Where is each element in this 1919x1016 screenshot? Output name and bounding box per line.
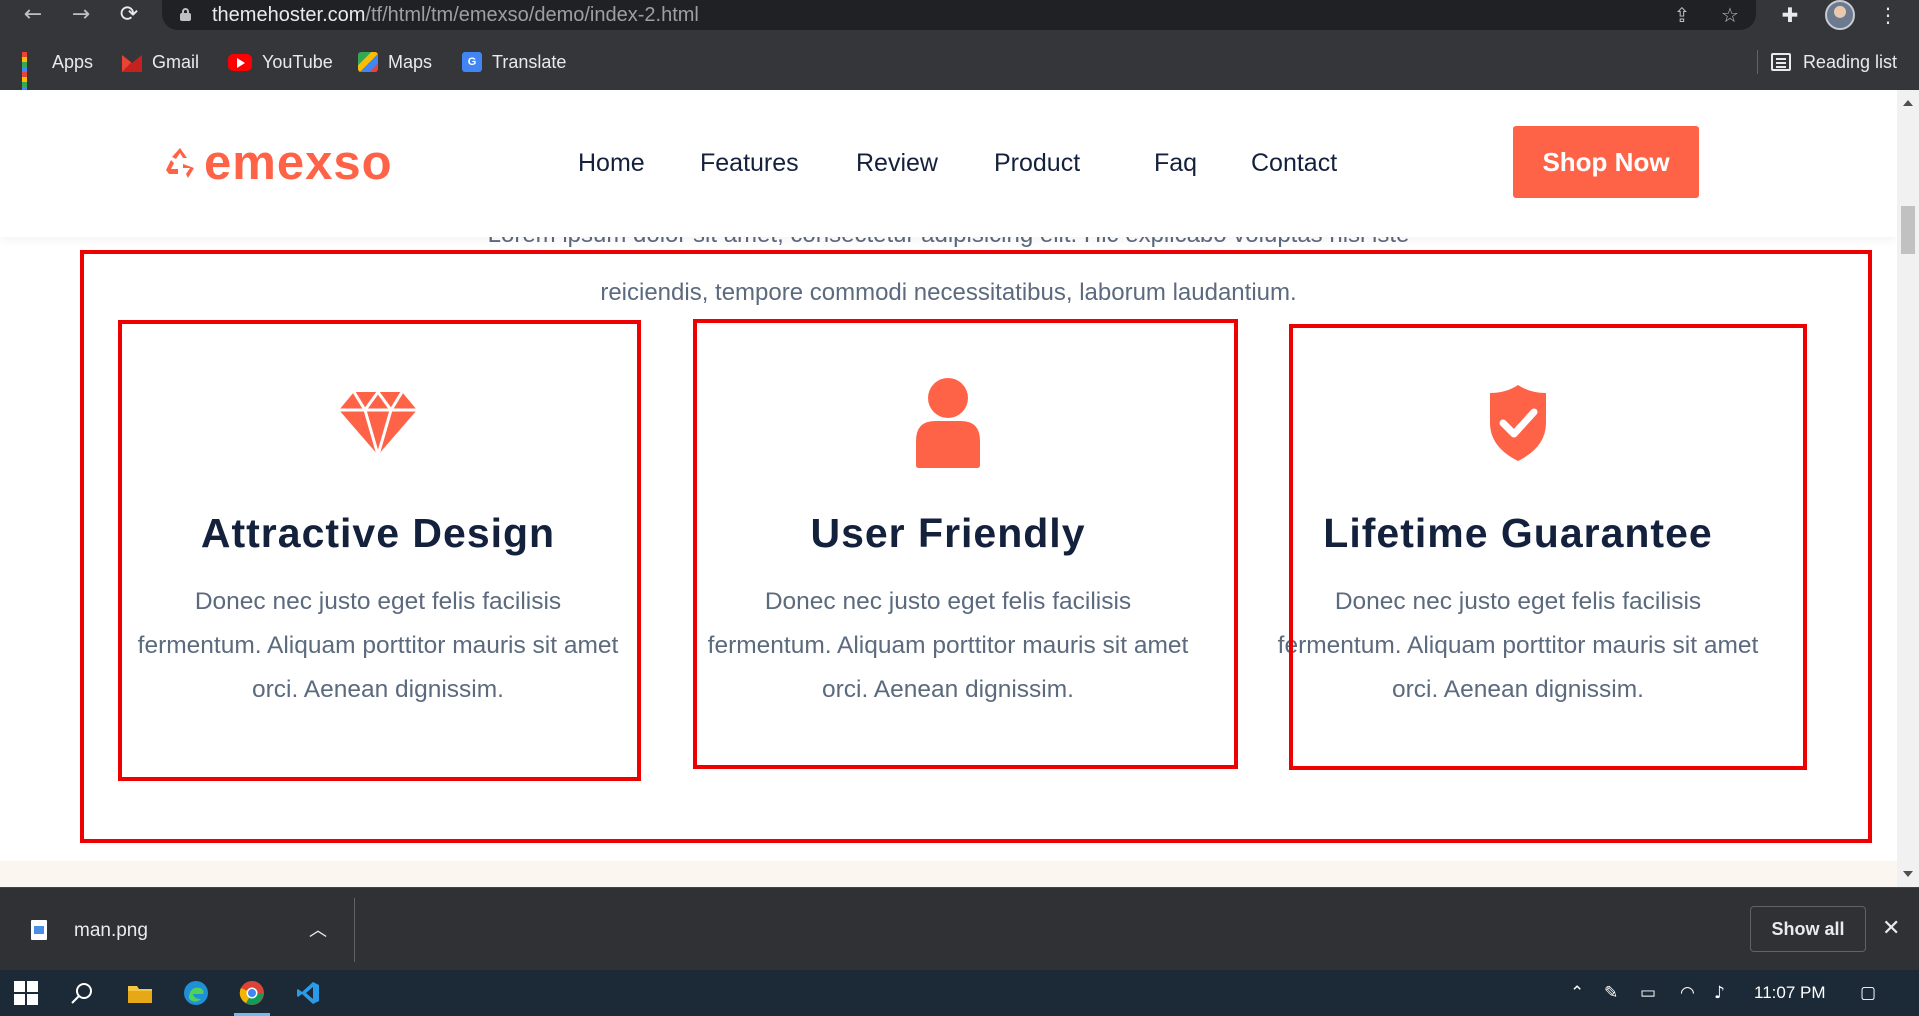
profile-avatar[interactable] — [1825, 0, 1855, 30]
bookmark-label: Gmail — [152, 51, 200, 72]
nav-review[interactable]: Review — [856, 148, 938, 178]
nav-contact[interactable]: Contact — [1251, 148, 1337, 178]
scroll-up-icon[interactable] — [1903, 100, 1913, 106]
translate-icon: G — [462, 52, 482, 72]
back-icon[interactable]: ← — [18, 0, 48, 30]
browser-toolbar: ← → ⟳ themehoster.com/tf/html/tm/emexso/… — [0, 0, 1919, 30]
annotation-card-box-1 — [118, 320, 641, 781]
bookmark-apps[interactable]: Apps — [22, 45, 94, 97]
taskbar-clock[interactable]: 11:07 PM — [1754, 970, 1826, 1016]
nav-product[interactable]: Product — [994, 148, 1080, 178]
bookmark-label: Translate — [492, 51, 567, 72]
menu-kebab-icon[interactable]: ⋮ — [1876, 3, 1900, 27]
annotation-card-box-3 — [1289, 324, 1807, 770]
download-bar: man.png ︿ Show all ✕ — [0, 887, 1919, 970]
download-separator — [354, 898, 355, 962]
vscode-icon[interactable] — [284, 970, 332, 1016]
recycle-icon — [166, 148, 194, 178]
reading-list-icon — [1770, 53, 1791, 71]
site-header: emexso Home Features Review Product Faq … — [0, 90, 1897, 237]
gmail-icon — [122, 55, 142, 72]
bookmark-youtube[interactable]: YouTube — [228, 45, 333, 79]
reload-icon[interactable]: ⟳ — [114, 0, 144, 30]
wifi-icon[interactable]: ◠ — [1680, 970, 1695, 1016]
bookmark-translate[interactable]: G Translate — [462, 45, 566, 79]
url-host: themehoster.com — [212, 4, 366, 26]
chevron-up-tray-icon[interactable]: ⌃ — [1570, 970, 1584, 1016]
shop-now-button[interactable]: Shop Now — [1513, 126, 1699, 198]
file-explorer-icon[interactable] — [116, 970, 164, 1016]
address-bar[interactable]: themehoster.com/tf/html/tm/emexso/demo/i… — [162, 0, 1756, 30]
bookmark-gmail[interactable]: Gmail — [122, 45, 199, 79]
annotation-card-box-2 — [693, 319, 1238, 769]
windows-start-icon[interactable] — [2, 970, 50, 1016]
star-icon[interactable]: ☆ — [1718, 3, 1742, 27]
scroll-down-icon[interactable] — [1903, 871, 1913, 877]
bookmarks-bar: Apps Gmail YouTube Maps G Translate — [0, 45, 1919, 97]
bookmark-label: YouTube — [262, 51, 333, 72]
youtube-icon — [228, 53, 252, 71]
search-icon[interactable] — [58, 970, 106, 1016]
url-text[interactable]: themehoster.com/tf/html/tm/emexso/demo/i… — [212, 4, 699, 26]
lock-icon[interactable] — [180, 8, 191, 21]
url-path: /tf/html/tm/emexso/demo/index-2.html — [365, 4, 699, 26]
edge-browser-icon[interactable] — [172, 970, 220, 1016]
pen-workspace-icon[interactable]: ✎ — [1604, 970, 1618, 1016]
forward-icon[interactable]: → — [66, 0, 96, 30]
intro-line-1-text: Lorem ipsum dolor sit amet, consectetur … — [0, 236, 1897, 250]
nav-home[interactable]: Home — [578, 148, 645, 178]
nav-faq[interactable]: Faq — [1154, 148, 1197, 178]
battery-icon[interactable]: ▭ — [1640, 970, 1656, 1016]
bookmark-label: Apps — [52, 51, 94, 72]
close-icon[interactable]: ✕ — [1882, 914, 1900, 944]
extensions-puzzle-icon[interactable]: ✚ — [1778, 3, 1802, 27]
maps-icon — [358, 52, 378, 72]
site-logo[interactable]: emexso — [162, 138, 393, 188]
apps-grid-icon — [22, 52, 42, 97]
bookmark-maps[interactable]: Maps — [358, 45, 432, 79]
next-section-band — [0, 861, 1897, 887]
nav-features[interactable]: Features — [700, 148, 799, 178]
page-scrollbar[interactable] — [1897, 90, 1919, 887]
chrome-icon[interactable] — [228, 970, 276, 1016]
logo-text: emexso — [204, 136, 393, 190]
windows-taskbar: ⌃ ✎ ▭ ◠ ♪ 11:07 PM ▢ — [0, 970, 1919, 1016]
image-file-icon — [31, 920, 47, 940]
scrollbar-thumb[interactable] — [1901, 206, 1915, 254]
intro-text-line-1: Lorem ipsum dolor sit amet, consectetur … — [0, 236, 1897, 250]
download-file-name[interactable]: man.png — [74, 920, 148, 942]
page-viewport: emexso Home Features Review Product Faq … — [0, 90, 1897, 887]
bookmark-label: Maps — [388, 51, 433, 72]
bookmarks-divider — [1757, 50, 1758, 74]
reading-list-button[interactable]: Reading list — [1770, 45, 1897, 79]
volume-icon[interactable]: ♪ — [1714, 970, 1725, 1016]
browser-chrome: ← → ⟳ themehoster.com/tf/html/tm/emexso/… — [0, 0, 1919, 97]
reading-list-label: Reading list — [1802, 51, 1897, 72]
notifications-icon[interactable]: ▢ — [1860, 970, 1876, 1016]
share-icon[interactable]: ⇪ — [1670, 3, 1694, 27]
chevron-up-icon[interactable]: ︿ — [309, 916, 327, 942]
show-all-button[interactable]: Show all — [1750, 906, 1866, 952]
